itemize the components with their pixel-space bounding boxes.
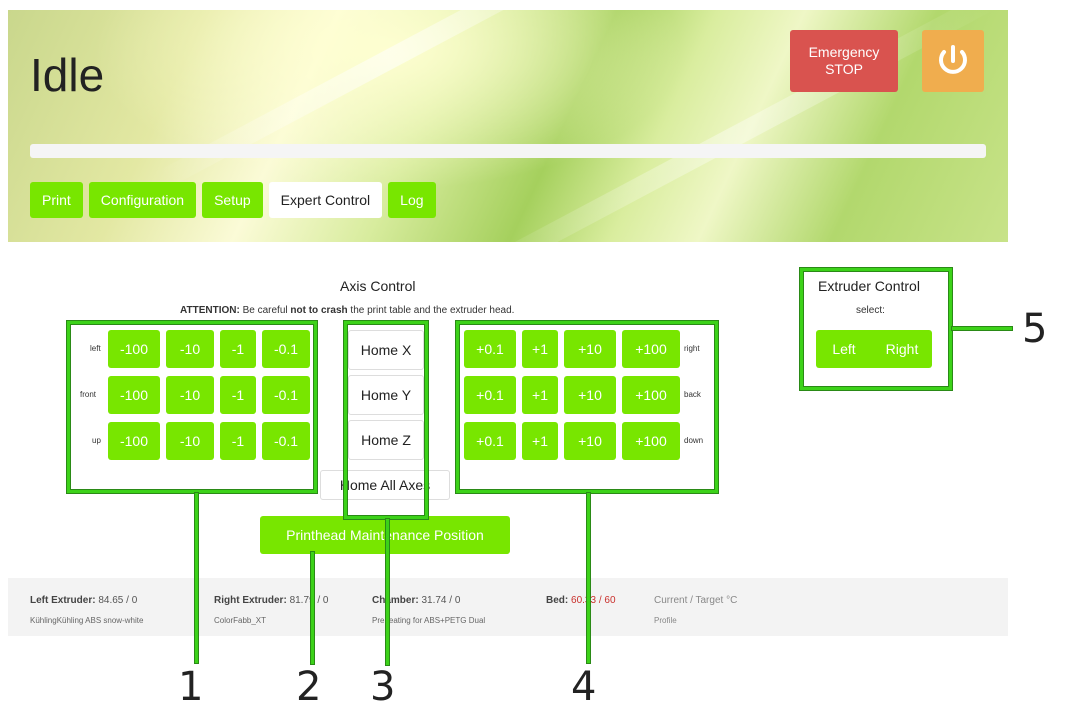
annotation-line-2 xyxy=(311,552,314,664)
bed-target: / 60 xyxy=(598,595,616,606)
profile-label: Profile xyxy=(654,616,677,625)
screenshot-stage: Idle Emergency STOP Print Configuration … xyxy=(0,0,1078,714)
tab-log[interactable]: Log xyxy=(388,182,436,218)
annotation-line-4 xyxy=(587,493,590,663)
annotation-number-4: 4 xyxy=(571,664,597,710)
annotation-box-3 xyxy=(344,321,428,519)
bed-temp: Bed: 60.33 / 60 xyxy=(546,595,616,606)
attention-prefix: ATTENTION: xyxy=(180,305,240,316)
annotation-line-1 xyxy=(195,493,198,663)
annotation-number-1: 1 xyxy=(178,664,204,710)
bed-current: 60.33 xyxy=(571,595,597,606)
right-extruder-label: Right Extruder: xyxy=(214,595,287,606)
annotation-number-5: 5 xyxy=(1022,306,1048,352)
attention-text-2: the print table and the extruder head. xyxy=(350,305,515,316)
attention-bold: not to crash xyxy=(290,305,348,316)
printhead-maintenance-position-button[interactable]: Printhead Maintenance Position xyxy=(260,516,510,554)
chamber-label: Chamber: xyxy=(372,595,419,606)
header-decoration xyxy=(153,10,623,191)
annotation-box-5 xyxy=(800,268,952,390)
header-decoration xyxy=(458,10,998,242)
left-extruder-material: KühlingKühling ABS snow-white xyxy=(30,616,144,625)
tab-setup[interactable]: Setup xyxy=(202,182,263,218)
printer-status-title: Idle xyxy=(30,49,105,101)
annotation-number-3: 3 xyxy=(370,664,396,710)
bed-label: Bed: xyxy=(546,595,569,606)
left-extruder-value: 84.65 / 0 xyxy=(98,595,138,606)
chamber-value: 31.74 / 0 xyxy=(421,595,461,606)
left-extruder-label: Left Extruder: xyxy=(30,595,96,606)
power-icon xyxy=(939,45,967,74)
attention-text-1: Be careful xyxy=(242,305,288,316)
annotation-line-3 xyxy=(386,519,389,665)
annotation-line-5 xyxy=(952,327,1012,330)
header-banner: Idle Emergency STOP Print Configuration … xyxy=(8,10,1008,242)
attention-warning: ATTENTION: Be careful not to crash the p… xyxy=(180,305,514,316)
annotation-box-1 xyxy=(67,321,317,493)
left-extruder-temp: Left Extruder: 84.65 / 0 xyxy=(30,595,137,606)
tab-print[interactable]: Print xyxy=(30,182,83,218)
right-extruder-value: 81.79 / 0 xyxy=(289,595,329,606)
axis-control-title: Axis Control xyxy=(340,278,416,294)
progress-bar xyxy=(30,144,986,158)
emergency-stop-button[interactable]: Emergency STOP xyxy=(790,30,898,92)
right-extruder-material: ColorFabb_XT xyxy=(214,616,267,625)
tab-configuration[interactable]: Configuration xyxy=(88,182,197,218)
annotation-box-4 xyxy=(456,321,718,493)
temperature-status-bar: Left Extruder: 84.65 / 0 KühlingKühling … xyxy=(8,578,1008,636)
main-tabs: Print Configuration Setup Expert Control… xyxy=(30,182,436,218)
tab-expert-control[interactable]: Expert Control xyxy=(268,182,383,218)
power-button[interactable] xyxy=(922,30,984,92)
annotation-number-2: 2 xyxy=(296,664,322,710)
temperature-legend: Current / Target °C xyxy=(654,595,738,606)
